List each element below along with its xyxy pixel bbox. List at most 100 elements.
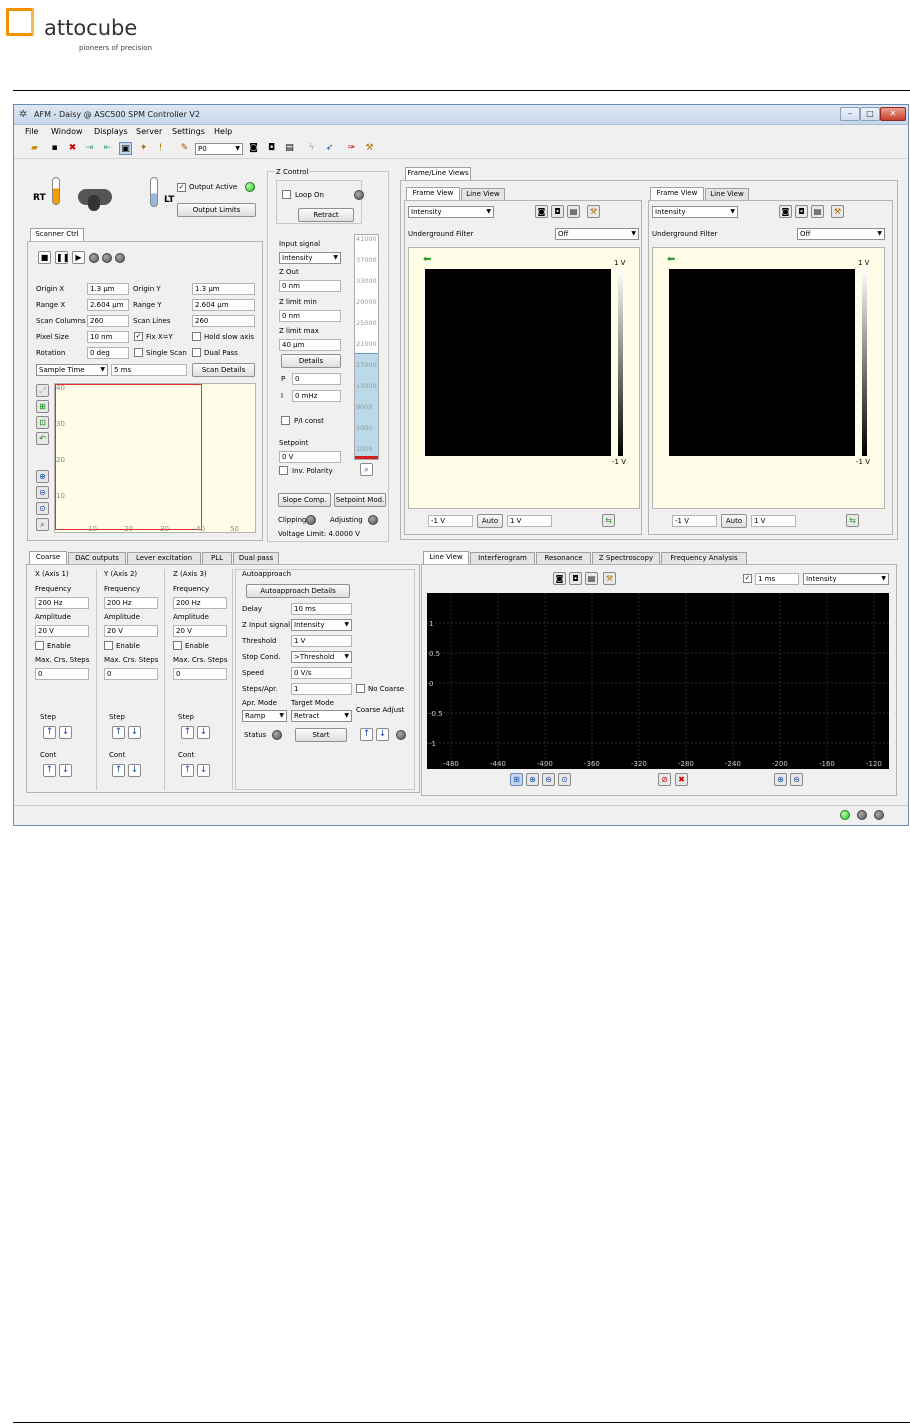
save-icon[interactable]: ▪ — [48, 142, 61, 155]
autoapproach-details-button[interactable]: Autoapproach Details — [246, 584, 350, 598]
axis-x-cont-up-icon[interactable]: ↑ — [43, 764, 56, 777]
stop-icon[interactable]: ■ — [38, 251, 51, 264]
auto-button-right[interactable]: Auto — [721, 514, 747, 528]
undo-icon[interactable]: ↶ — [36, 432, 49, 445]
tab-frame-view-right[interactable]: Frame View — [650, 187, 704, 200]
line-signal-select[interactable]: Intensity — [803, 573, 889, 585]
tab-frequency-analysis[interactable]: Frequency Analysis — [661, 552, 747, 564]
frame-image-right[interactable]: ⬅ 1 V -1 V — [652, 247, 885, 509]
tab-frame-line-views[interactable]: Frame/Line Views — [405, 167, 471, 180]
dual-pass-checkbox[interactable] — [192, 348, 201, 357]
stack-left-icon[interactable]: ▤ — [567, 205, 580, 218]
interval-checkbox[interactable]: ✓ — [743, 574, 752, 583]
probe-icon[interactable]: ➶ — [323, 142, 336, 155]
alert-icon[interactable]: ! — [154, 142, 167, 155]
axis-x-step-down-icon[interactable]: ↓ — [59, 726, 72, 739]
fix-xy-checkbox[interactable]: ✓ — [134, 332, 143, 341]
camera-icon[interactable]: ◙ — [247, 142, 260, 155]
snapshot-icon[interactable]: ◘ — [265, 142, 278, 155]
axis-z-amplitude-input[interactable]: 20 V — [173, 625, 227, 637]
loop-on-checkbox[interactable] — [282, 190, 291, 199]
close-button[interactable]: ✕ — [880, 107, 906, 121]
z-magnifier-icon[interactable]: ⌕ — [360, 463, 373, 476]
lightning-icon[interactable]: ϟ — [305, 142, 318, 155]
axis-x-cont-down-icon[interactable]: ↓ — [59, 764, 72, 777]
retract-button[interactable]: Retract — [298, 208, 354, 222]
underground-filter-select-left[interactable]: Off — [555, 228, 639, 240]
axis-z-cont-up-icon[interactable]: ↑ — [181, 764, 194, 777]
camera-left-icon[interactable]: ◙ — [535, 205, 548, 218]
z-details-button[interactable]: Details — [281, 354, 341, 368]
tab-pll[interactable]: PLL — [202, 552, 232, 564]
stack-right-icon[interactable]: ▤ — [811, 205, 824, 218]
menu-server[interactable]: Server — [136, 127, 162, 136]
snapshot-right-icon[interactable]: ◘ — [795, 205, 808, 218]
coarse-adjust-down-icon[interactable]: ↓ — [376, 728, 389, 741]
maximize-button[interactable]: □ — [860, 107, 880, 121]
inv-polarity-checkbox[interactable] — [279, 466, 288, 475]
axis-y-amplitude-input[interactable]: 20 V — [104, 625, 158, 637]
stop-cond-select[interactable]: >Threshold — [291, 651, 352, 663]
axis-y-cont-up-icon[interactable]: ↑ — [112, 764, 125, 777]
back-arrow-right-icon[interactable]: ⬅ — [667, 254, 675, 265]
coarse-adjust-up-icon[interactable]: ↑ — [360, 728, 373, 741]
fit-selection-icon[interactable]: ⊡ — [36, 416, 49, 429]
line-tool-icon[interactable]: ⚒ — [603, 572, 616, 585]
pi-const-checkbox[interactable] — [281, 416, 290, 425]
tab-resonance[interactable]: Resonance — [536, 552, 591, 564]
tab-lever-excitation[interactable]: Lever excitation — [127, 552, 201, 564]
fit-frame-icon[interactable]: ⊞ — [36, 400, 49, 413]
i-input[interactable]: 0 mHz — [292, 390, 341, 402]
tool-left-icon[interactable]: ⚒ — [587, 205, 600, 218]
input-signal-select[interactable]: Intensity — [279, 252, 341, 264]
wand-icon[interactable]: ✦ — [137, 142, 150, 155]
setpoint-mod-button[interactable]: Setpoint Mod. — [334, 493, 386, 507]
line-zoom-select-icon[interactable]: ⊞ — [510, 773, 523, 786]
pause-icon[interactable]: ❚❚ — [55, 251, 69, 264]
range-min-input-right[interactable]: -1 V — [672, 515, 717, 527]
line-zoom-out-icon[interactable]: ⊖ — [542, 773, 555, 786]
setpoint-input[interactable]: 0 V — [279, 451, 341, 463]
tab-z-spectroscopy[interactable]: Z Spectroscopy — [592, 552, 660, 564]
apr-mode-select[interactable]: Ramp — [242, 710, 287, 722]
line-plot[interactable]: 1 0.5 0 -0.5 -1 -480 -440 -400 -360 -320… — [427, 593, 889, 769]
import-icon[interactable]: ⇤ — [101, 142, 114, 155]
origin-y-input[interactable]: 1.3 µm — [192, 283, 255, 295]
line-stack-icon[interactable]: ▤ — [585, 572, 598, 585]
tab-scanner-ctrl[interactable]: Scanner Ctrl — [30, 228, 84, 241]
z-out-input[interactable]: 0 nm — [279, 280, 341, 292]
line-zoom-x-in-icon[interactable]: ⊕ — [774, 773, 787, 786]
line-remove-icon[interactable]: ✖ — [675, 773, 688, 786]
zoom-out-icon[interactable]: ⊖ — [36, 486, 49, 499]
line-zoom-x-out-icon[interactable]: ⊖ — [790, 773, 803, 786]
export-icon[interactable]: ⇥ — [83, 142, 96, 155]
target-mode-select[interactable]: Retract — [291, 710, 352, 722]
axis-x-enable-checkbox[interactable] — [35, 641, 44, 650]
edit-icon[interactable]: ✎ — [178, 142, 191, 155]
open-folder-icon[interactable]: ▰ — [28, 142, 41, 155]
back-arrow-left-icon[interactable]: ⬅ — [423, 254, 431, 265]
tab-line-view-right[interactable]: Line View — [705, 188, 749, 200]
tab-interferogram[interactable]: Interferogram — [470, 552, 535, 564]
scan-lines-input[interactable]: 260 — [192, 315, 255, 327]
axis-x-amplitude-input[interactable]: 20 V — [35, 625, 89, 637]
z-input-signal-select[interactable]: Intensity — [291, 619, 352, 631]
line-clear-icon[interactable]: ⊘ — [658, 773, 671, 786]
tab-frame-view-left[interactable]: Frame View — [406, 187, 460, 200]
sample-time-select[interactable]: Sample Time — [36, 364, 108, 376]
axis-z-cont-down-icon[interactable]: ↓ — [197, 764, 210, 777]
tab-dac-outputs[interactable]: DAC outputs — [68, 552, 126, 564]
menu-settings[interactable]: Settings — [172, 127, 205, 136]
scan-columns-input[interactable]: 260 — [87, 315, 129, 327]
scan-details-button[interactable]: Scan Details — [192, 363, 255, 377]
tab-dual-pass[interactable]: Dual pass — [233, 552, 279, 564]
axis-y-step-down-icon[interactable]: ↓ — [128, 726, 141, 739]
scan-area-plot[interactable]: 40 30 20 10 10 20 30 40 50 — [54, 383, 256, 533]
line-zoom-in-icon[interactable]: ⊕ — [526, 773, 539, 786]
axis-z-frequency-input[interactable]: 200 Hz — [173, 597, 227, 609]
line-zoom-fit-icon[interactable]: ⊙ — [558, 773, 571, 786]
magnifier-icon[interactable]: ⌕ — [36, 518, 49, 531]
frame-image-left[interactable]: ⬅ 1 V -1 V — [408, 247, 640, 509]
axis-z-step-down-icon[interactable]: ↓ — [197, 726, 210, 739]
axis-z-enable-checkbox[interactable] — [173, 641, 182, 650]
